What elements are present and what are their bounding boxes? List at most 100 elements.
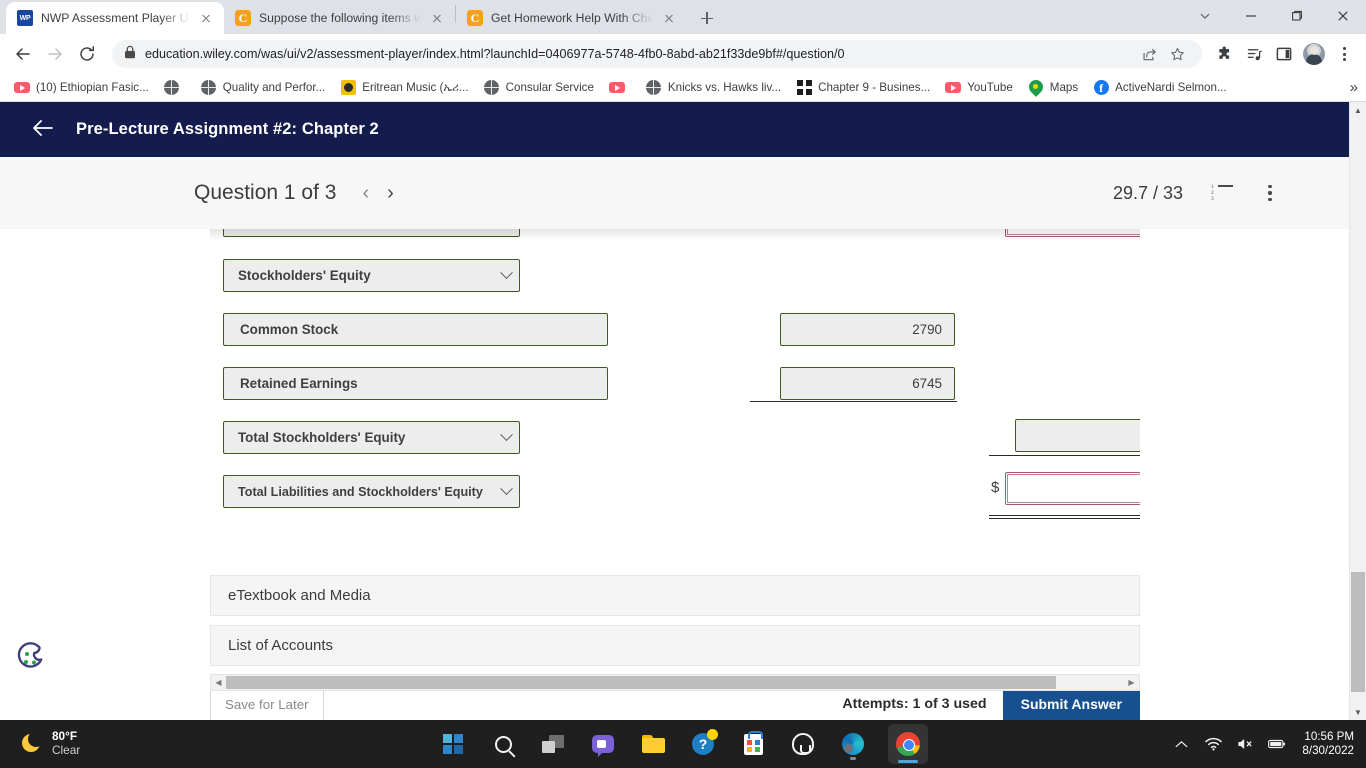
account-select-label: Total Liabilities and Stockholders' Equi… xyxy=(238,484,483,499)
save-for-later-button[interactable]: Save for Later xyxy=(210,686,324,720)
profile-avatar[interactable] xyxy=(1300,40,1328,68)
wifi-icon[interactable] xyxy=(1204,735,1222,753)
numbered-list-icon[interactable]: 123 xyxy=(1211,184,1233,202)
next-question-button[interactable]: › xyxy=(387,183,394,203)
clock-time: 10:56 PM xyxy=(1304,730,1354,744)
task-view-icon xyxy=(542,735,564,753)
bookmark-item[interactable] xyxy=(603,77,637,99)
tab-title: NWP Assessment Player UI Applic xyxy=(41,11,190,25)
minimize-icon[interactable] xyxy=(1228,0,1274,32)
moon-icon xyxy=(22,731,44,754)
horizontal-scrollbar[interactable]: ◀ ▶ xyxy=(210,674,1140,691)
bookmark-item[interactable]: Consular Service xyxy=(478,77,600,99)
scroll-left-arrow-icon[interactable]: ◀ xyxy=(211,675,226,690)
bookmark-item[interactable]: f ActiveNardi Selmon... xyxy=(1087,77,1232,99)
accordion-list-of-accounts[interactable]: List of Accounts xyxy=(210,625,1140,666)
account-select-total-liabilities-equity[interactable]: Total Liabilities and Stockholders' Equi… xyxy=(223,475,520,508)
globe-icon xyxy=(164,80,180,96)
chegg-icon: C xyxy=(467,10,483,26)
chrome-button[interactable] xyxy=(888,724,928,764)
bookmarks-overflow-icon[interactable]: » xyxy=(1350,79,1358,96)
bookmark-item[interactable] xyxy=(158,77,192,99)
volume-muted-icon[interactable] xyxy=(1236,735,1254,753)
account-select-stockholders-equity[interactable]: Stockholders' Equity xyxy=(223,259,520,292)
browser-tab-2[interactable]: C Suppose the following items wer xyxy=(224,2,455,34)
browser-tab-1[interactable]: WP NWP Assessment Player UI Applic xyxy=(6,2,224,34)
taskbar-clock[interactable]: 10:56 PM 8/30/2022 xyxy=(1302,730,1354,758)
lock-icon xyxy=(124,45,136,64)
back-icon[interactable] xyxy=(8,39,38,69)
scroll-down-arrow-icon[interactable]: ▼ xyxy=(1350,704,1366,720)
vertical-scrollbar[interactable]: ▲ ▼ xyxy=(1349,102,1366,720)
question-bar: Question 1 of 3 ‹ › 29.7 / 33 123 xyxy=(0,157,1349,229)
question-content: Stockholders' Equity Common Stock 2790 R… xyxy=(0,229,1349,720)
account-select-total-stockholders-equity[interactable]: Total Stockholders' Equity xyxy=(223,421,520,454)
scroll-up-arrow-icon[interactable]: ▲ xyxy=(1350,102,1366,118)
bookmark-item[interactable]: Quality and Perfor... xyxy=(195,77,331,99)
new-tab-button[interactable] xyxy=(693,4,721,32)
facebook-icon: f xyxy=(1093,80,1109,96)
system-tray: 10:56 PM 8/30/2022 xyxy=(1172,730,1354,758)
chrome-menu-kebab-icon[interactable] xyxy=(1330,40,1358,68)
close-icon[interactable] xyxy=(661,10,677,26)
back-arrow-icon[interactable] xyxy=(32,119,54,141)
address-bar[interactable]: education.wiley.com/was/ui/v2/assessment… xyxy=(112,40,1202,68)
scroll-right-arrow-icon[interactable]: ▶ xyxy=(1124,675,1139,690)
bookmark-item[interactable]: Knicks vs. Hawks liv... xyxy=(640,77,787,99)
get-help-button[interactable]: ? xyxy=(688,729,718,759)
share-icon[interactable] xyxy=(1136,41,1162,67)
start-button[interactable] xyxy=(438,729,468,759)
tray-chevron-up-icon[interactable] xyxy=(1172,735,1190,753)
browser-tab-3[interactable]: C Get Homework Help With Chegg xyxy=(456,2,687,34)
account-select-label: Total Stockholders' Equity xyxy=(238,430,406,445)
weather-condition: Clear xyxy=(52,743,81,757)
close-icon[interactable] xyxy=(1320,0,1366,32)
footer-right: Attempts: 1 of 3 used Submit Answer xyxy=(842,686,1140,720)
tab-title: Suppose the following items wer xyxy=(259,11,421,25)
amount-input-retained-earnings[interactable]: 6745 xyxy=(780,367,955,400)
close-icon[interactable] xyxy=(429,10,445,26)
weather-widget[interactable]: 80°F Clear xyxy=(22,729,81,758)
home-button[interactable] xyxy=(788,729,818,759)
bookmark-item[interactable]: Eritrean Music (ኤሪ... xyxy=(334,77,474,99)
sidepanel-icon[interactable] xyxy=(1270,40,1298,68)
bookmark-item[interactable]: Maps xyxy=(1022,77,1084,99)
windows-logo-icon xyxy=(443,734,463,754)
reload-icon[interactable] xyxy=(72,39,102,69)
extensions-puzzle-icon[interactable] xyxy=(1210,40,1238,68)
media-playlist-icon[interactable] xyxy=(1240,40,1268,68)
forward-icon[interactable] xyxy=(40,39,70,69)
amount-input-total-liabilities-equity[interactable] xyxy=(1005,472,1140,505)
account-label-common-stock[interactable]: Common Stock xyxy=(223,313,608,346)
task-view-button[interactable] xyxy=(538,729,568,759)
horizontal-scroll-track[interactable] xyxy=(226,675,1124,690)
microsoft-store-button[interactable] xyxy=(738,729,768,759)
battery-icon[interactable] xyxy=(1268,735,1286,753)
chevron-down-icon xyxy=(500,482,513,496)
browser-window: WP NWP Assessment Player UI Applic C Sup… xyxy=(0,0,1366,720)
edge-button[interactable] xyxy=(838,729,868,760)
chevron-down-icon[interactable] xyxy=(1182,0,1228,32)
amount-input-total-stockholders-equity[interactable] xyxy=(1015,419,1140,452)
address-bar-url: education.wiley.com/was/ui/v2/assessment… xyxy=(145,47,845,61)
account-label-retained-earnings[interactable]: Retained Earnings xyxy=(223,367,608,400)
prev-question-button[interactable]: ‹ xyxy=(362,183,369,203)
cookie-consent-icon[interactable] xyxy=(12,638,52,678)
bookmark-star-icon[interactable] xyxy=(1164,41,1190,67)
more-vertical-icon[interactable] xyxy=(1261,184,1279,202)
vertical-scroll-thumb[interactable] xyxy=(1351,572,1365,692)
horizontal-scroll-thumb[interactable] xyxy=(226,676,1056,689)
file-explorer-button[interactable] xyxy=(638,729,668,759)
currency-symbol: $ xyxy=(991,479,1000,496)
maximize-icon[interactable] xyxy=(1274,0,1320,32)
bookmark-item[interactable]: YouTube xyxy=(939,77,1019,99)
amount-input-common-stock[interactable]: 2790 xyxy=(780,313,955,346)
bookmark-item[interactable]: Chapter 9 - Busines... xyxy=(790,77,936,99)
balance-sheet-form: Stockholders' Equity Common Stock 2790 R… xyxy=(210,229,1140,554)
bookmark-item[interactable]: (10) Ethiopian Fasic... xyxy=(8,77,155,99)
close-icon[interactable] xyxy=(198,10,214,26)
search-button[interactable] xyxy=(488,729,518,759)
submit-answer-button[interactable]: Submit Answer xyxy=(1002,686,1140,720)
chat-button[interactable] xyxy=(588,729,618,759)
accordion-etextbook-and-media[interactable]: eTextbook and Media xyxy=(210,575,1140,616)
